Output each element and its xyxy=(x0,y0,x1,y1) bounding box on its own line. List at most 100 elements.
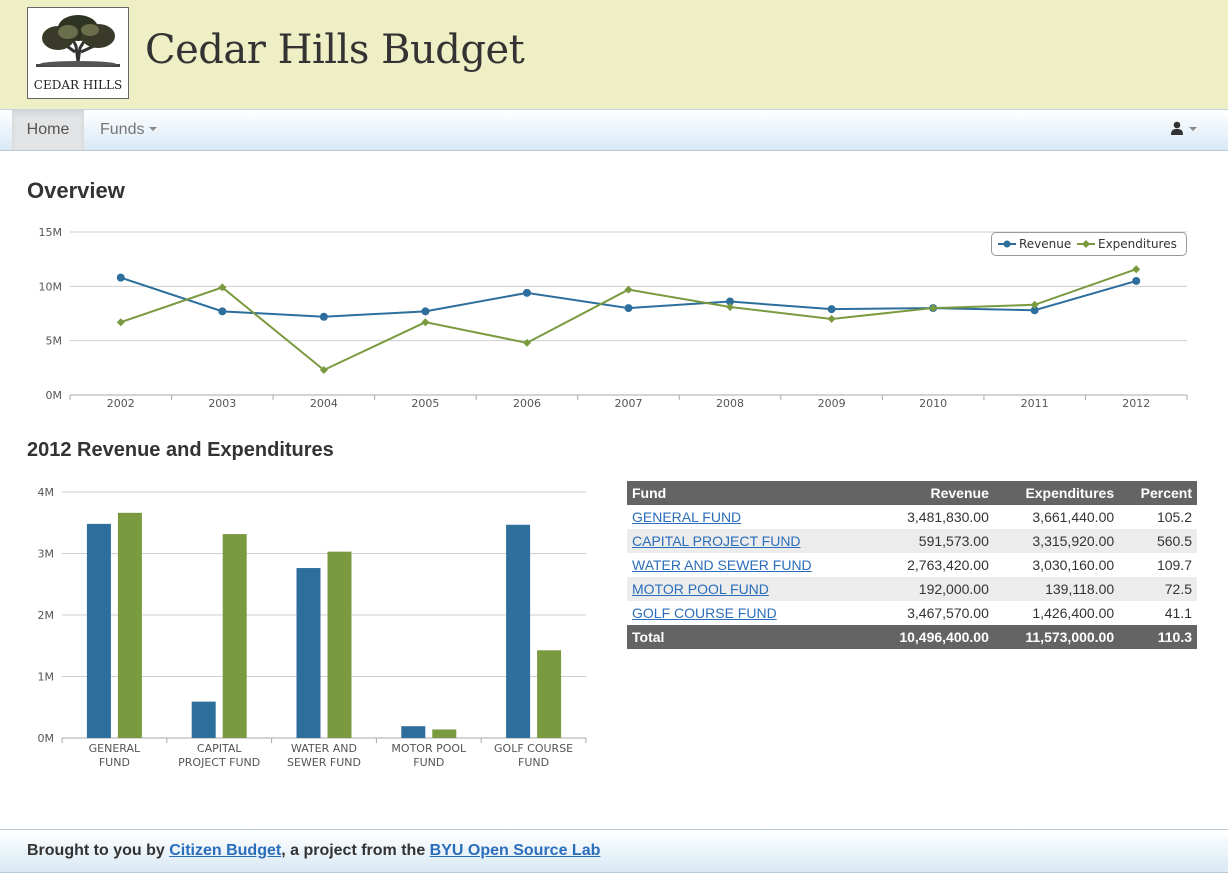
x-category-label: CAPITAL xyxy=(197,742,242,755)
legend-expenditures-label: Expenditures xyxy=(1098,237,1177,251)
site-logo[interactable]: CEDAR HILLS xyxy=(27,7,129,99)
total-expenditures: 11,573,000.00 xyxy=(993,625,1120,649)
col-fund[interactable]: Fund xyxy=(627,481,868,505)
site-footer: Brought to you by Citizen Budget, a proj… xyxy=(0,829,1228,873)
revenue-point xyxy=(827,305,836,314)
cell-expenditures: 1,426,400.00 xyxy=(1032,605,1115,621)
user-menu[interactable] xyxy=(1170,110,1198,150)
revenue-point xyxy=(421,307,430,316)
y-tick-label: 10M xyxy=(39,280,63,293)
legend-expenditures[interactable]: Expenditures xyxy=(1077,233,1177,255)
expenditures-point xyxy=(1132,265,1141,274)
expenditures-line xyxy=(120,268,1137,372)
revenue-point xyxy=(319,312,328,321)
chart-legend: Revenue Expenditures xyxy=(991,232,1187,256)
x-category-label: FUND xyxy=(99,756,130,769)
x-tick-label: 2007 xyxy=(615,397,643,410)
revenue-point xyxy=(1132,276,1141,285)
total-revenue: 10,496,400.00 xyxy=(867,625,994,649)
table-row: CAPITAL PROJECT FUND 591,573.00 3,315,92… xyxy=(627,529,1197,553)
revenue-bar xyxy=(296,568,321,738)
total-percent: 110.3 xyxy=(1119,625,1197,649)
fund-link-motor-pool[interactable]: MOTOR POOL FUND xyxy=(632,581,769,597)
col-percent[interactable]: Percent xyxy=(1119,481,1197,505)
y-tick-label: 1M xyxy=(38,671,55,684)
x-tick-label: 2009 xyxy=(818,397,846,410)
x-tick-label: 2010 xyxy=(919,397,947,410)
logo-text: CEDAR HILLS xyxy=(34,78,122,92)
table-header-row: Fund Revenue Expenditures Percent xyxy=(627,481,1197,505)
x-tick-label: 2008 xyxy=(716,397,744,410)
expenditures-bar xyxy=(222,534,247,738)
table-row: WATER AND SEWER FUND 2,763,420.00 3,030,… xyxy=(627,553,1197,577)
x-category-label: MOTOR POOL xyxy=(391,742,467,755)
col-revenue[interactable]: Revenue xyxy=(867,481,994,505)
x-category-label: GENERAL xyxy=(89,742,141,755)
y-tick-label: 15M xyxy=(39,226,63,239)
nav-funds-dropdown[interactable]: Funds xyxy=(100,110,158,150)
x-tick-label: 2012 xyxy=(1122,397,1150,410)
x-tick-label: 2006 xyxy=(513,397,541,410)
expenditures-bar xyxy=(327,551,352,738)
cell-expenditures: 3,030,160.00 xyxy=(1032,557,1115,573)
navbar: Home Funds xyxy=(0,109,1228,151)
expenditures-bar xyxy=(537,650,562,738)
y-tick-label: 5M xyxy=(46,335,63,348)
cell-percent: 105.2 xyxy=(1156,509,1192,525)
revenue-point xyxy=(116,273,125,282)
legend-revenue-label: Revenue xyxy=(1019,237,1072,251)
y-tick-label: 0M xyxy=(46,389,63,402)
x-tick-label: 2005 xyxy=(411,397,439,410)
nav-funds-label: Funds xyxy=(100,121,145,138)
byu-osl-link[interactable]: BYU Open Source Lab xyxy=(430,842,601,859)
expenditures-point xyxy=(827,314,836,323)
legend-expenditures-marker xyxy=(1077,239,1095,248)
overview-title: Overview xyxy=(27,178,125,203)
total-label: Total xyxy=(627,625,868,649)
fund-link-capital-project[interactable]: CAPITAL PROJECT FUND xyxy=(632,533,801,549)
x-tick-label: 2003 xyxy=(208,397,236,410)
revenue-bar xyxy=(506,524,531,738)
x-tick-label: 2004 xyxy=(310,397,338,410)
cell-percent: 41.1 xyxy=(1164,605,1192,621)
fund-link-golf-course[interactable]: GOLF COURSE FUND xyxy=(632,605,777,621)
citizen-budget-link[interactable]: Citizen Budget xyxy=(169,842,281,859)
table-row: GENERAL FUND 3,481,830.00 3,661,440.00 1… xyxy=(627,505,1197,529)
cell-revenue: 591,573.00 xyxy=(867,529,994,553)
fund-link-general[interactable]: GENERAL FUND xyxy=(632,509,741,525)
y-tick-label: 0M xyxy=(38,732,55,745)
site-header: CEDAR HILLS Cedar Hills Budget xyxy=(0,0,1228,109)
fund-table: Fund Revenue Expenditures Percent GENERA… xyxy=(627,481,1197,649)
revenue-bar xyxy=(86,523,111,738)
cell-expenditures: 139,118.00 xyxy=(993,577,1120,601)
revenue-bar xyxy=(191,701,216,738)
expenditures-point xyxy=(116,318,125,327)
fund-link-water-sewer[interactable]: WATER AND SEWER FUND xyxy=(632,557,812,573)
x-category-label: FUND xyxy=(413,756,444,769)
cell-revenue: 3,481,830.00 xyxy=(907,509,989,525)
legend-revenue[interactable]: Revenue xyxy=(998,233,1071,255)
chevron-down-icon xyxy=(149,126,158,131)
y-tick-label: 3M xyxy=(38,548,55,561)
legend-revenue-marker xyxy=(998,240,1016,247)
user-icon xyxy=(1171,121,1183,136)
x-category-label: GOLF COURSE xyxy=(494,742,573,755)
expenditures-bar xyxy=(117,512,142,738)
revenue-bar xyxy=(401,726,426,738)
x-category-label: SEWER FUND xyxy=(287,756,361,769)
revenue-point xyxy=(624,304,633,313)
revenue-point xyxy=(522,288,531,297)
cell-expenditures: 3,661,440.00 xyxy=(1032,509,1115,525)
x-category-label: PROJECT FUND xyxy=(178,756,260,769)
x-category-label: FUND xyxy=(518,756,549,769)
cell-revenue: 192,000.00 xyxy=(867,577,994,601)
tree-logo-icon: CEDAR HILLS xyxy=(34,15,122,92)
footer-middle: , a project from the xyxy=(281,842,430,859)
table-row: GOLF COURSE FUND 3,467,570.00 1,426,400.… xyxy=(627,601,1197,625)
col-expenditures[interactable]: Expenditures xyxy=(993,481,1120,505)
x-category-label: WATER AND xyxy=(291,742,357,755)
cell-expenditures: 3,315,920.00 xyxy=(993,529,1120,553)
cell-percent: 72.5 xyxy=(1119,577,1197,601)
y-tick-label: 2M xyxy=(38,609,55,622)
nav-home[interactable]: Home xyxy=(12,110,84,150)
